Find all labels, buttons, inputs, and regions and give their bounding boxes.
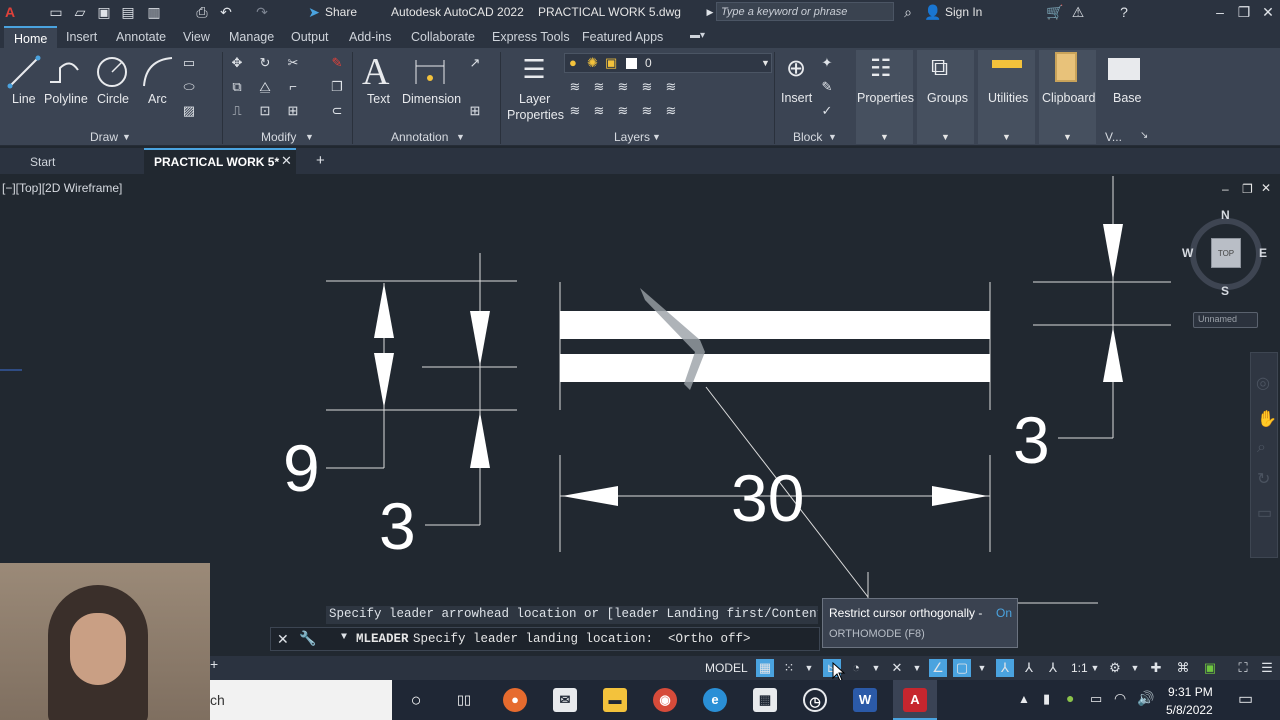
clock-time[interactable]: 9:31 PM bbox=[1168, 685, 1213, 699]
microphone-icon[interactable]: ▮ bbox=[1043, 691, 1050, 707]
file-explorer-icon[interactable]: ▬ bbox=[603, 688, 627, 712]
compass-east[interactable]: E bbox=[1259, 246, 1267, 260]
isodraft-icon[interactable]: ✕ bbox=[888, 659, 906, 677]
tray-app-icon[interactable]: ● bbox=[1066, 690, 1074, 706]
model-layout-tab-add[interactable]: + bbox=[210, 656, 218, 672]
command-history: Specify leader arrowhead location or [le… bbox=[326, 606, 818, 624]
dimension-text-30: 30 bbox=[731, 461, 805, 535]
dimension-text-3-left: 3 bbox=[379, 489, 416, 563]
pan-icon[interactable]: ✋ bbox=[1257, 409, 1277, 429]
command-prompt: Specify leader landing location: <Ortho … bbox=[413, 632, 751, 646]
customization-menu-icon[interactable]: ☰ bbox=[1258, 659, 1276, 677]
dimension-text-9: 9 bbox=[283, 431, 320, 505]
webcam-overlay bbox=[0, 563, 210, 720]
person-face bbox=[70, 613, 126, 685]
snap-icon[interactable]: ⁙ bbox=[780, 659, 798, 677]
chevron-down-icon[interactable]: ▼ bbox=[973, 659, 991, 677]
compass-west[interactable]: W bbox=[1182, 246, 1193, 260]
command-name: MLEADER bbox=[356, 632, 409, 646]
steering-wheel-icon[interactable]: ◎ bbox=[1256, 373, 1270, 393]
word-icon[interactable]: W bbox=[853, 688, 877, 712]
customize-icon[interactable]: 🔧 bbox=[299, 630, 316, 647]
navigation-bar: ◎ ✋ ⌕ ↻ ▭ bbox=[1250, 352, 1278, 558]
volume-icon[interactable]: 🔊 bbox=[1137, 690, 1154, 707]
object-snap-icon[interactable]: ▢ bbox=[953, 659, 971, 677]
isolate-objects-icon[interactable]: ⌘ bbox=[1174, 659, 1192, 677]
annotation-visibility-icon[interactable]: ⅄ bbox=[996, 659, 1014, 677]
chevron-down-icon[interactable]: ▼ bbox=[1126, 659, 1144, 677]
viewcube-top-face[interactable]: TOP bbox=[1211, 238, 1241, 268]
battery-icon[interactable]: ▭ bbox=[1090, 691, 1102, 707]
chevron-down-icon[interactable]: ▼ bbox=[908, 659, 926, 677]
compass-north[interactable]: N bbox=[1221, 208, 1230, 222]
clock-date[interactable]: 5/8/2022 bbox=[1166, 703, 1213, 717]
viewcube[interactable]: TOP N S W E bbox=[1180, 208, 1272, 300]
autocad-icon: A bbox=[903, 688, 927, 712]
zoom-icon[interactable]: ⌕ bbox=[1257, 439, 1266, 457]
taskbar-search-text: ch bbox=[210, 692, 225, 708]
compass-south[interactable]: S bbox=[1221, 284, 1229, 298]
command-line[interactable]: ✕ 🔧 ▼ MLEADER Specify leader landing loc… bbox=[270, 627, 820, 651]
chrome-icon[interactable]: ◉ bbox=[653, 688, 677, 712]
close-icon[interactable]: ✕ bbox=[277, 631, 289, 648]
object-snap-tracking-icon[interactable]: ∠ bbox=[929, 659, 947, 677]
mouse-cursor bbox=[832, 662, 846, 682]
grid-icon[interactable]: ▦ bbox=[756, 659, 774, 677]
mail-icon[interactable]: ✉ bbox=[553, 688, 577, 712]
recent-commands-icon[interactable]: ▼ bbox=[341, 632, 347, 643]
orbit-icon[interactable]: ↻ bbox=[1257, 469, 1270, 489]
status-bar: + MODEL ▦ ⁙ ▼ ⊾ ◔ ▼ ✕ ▼ ∠ ▢ ▼ ⅄ ⅄ ⅄ 1:1 … bbox=[210, 656, 1280, 680]
hardware-acceleration-icon[interactable]: ▣ bbox=[1201, 659, 1219, 677]
tooltip-title: Restrict cursor orthogonally - bbox=[829, 606, 986, 620]
edge-icon[interactable]: e bbox=[703, 688, 727, 712]
annotation-scale-icon[interactable]: ⅄ bbox=[1044, 659, 1062, 677]
dimension-text-3-right: 3 bbox=[1013, 403, 1050, 477]
ortho-tooltip: Restrict cursor orthogonally - On ORTHOM… bbox=[822, 598, 1018, 648]
store-icon[interactable]: ▦ bbox=[753, 688, 777, 712]
wifi-icon[interactable]: ◠ bbox=[1114, 690, 1126, 707]
auto-scale-icon[interactable]: ⅄ bbox=[1020, 659, 1038, 677]
model-space-button[interactable]: MODEL bbox=[705, 661, 748, 675]
ucs-dropdown[interactable]: Unnamed bbox=[1193, 312, 1258, 328]
tooltip-subtitle: ORTHOMODE (F8) bbox=[829, 628, 925, 640]
clean-screen-icon[interactable]: ⛶ bbox=[1234, 659, 1252, 677]
showmotion-icon[interactable]: ▭ bbox=[1257, 503, 1272, 523]
chevron-down-icon[interactable]: ▼ bbox=[1086, 659, 1104, 677]
plus-icon[interactable]: ✚ bbox=[1147, 659, 1165, 677]
clock-app-icon[interactable]: ◷ bbox=[803, 688, 827, 712]
gear-icon[interactable]: ⚙ bbox=[1106, 659, 1124, 677]
tooltip-state: On bbox=[996, 606, 1013, 620]
notifications-icon[interactable]: ▭ bbox=[1238, 689, 1253, 709]
show-hidden-icons[interactable]: ▲ bbox=[1018, 692, 1030, 706]
firefox-icon[interactable]: ● bbox=[503, 688, 527, 712]
polar-icon[interactable]: ◔ bbox=[847, 659, 865, 677]
chevron-down-icon[interactable]: ▼ bbox=[867, 659, 885, 677]
task-view-icon[interactable]: ▯▯ bbox=[452, 688, 476, 712]
cortana-icon[interactable]: ○ bbox=[404, 688, 428, 712]
chevron-down-icon[interactable]: ▼ bbox=[800, 659, 818, 677]
